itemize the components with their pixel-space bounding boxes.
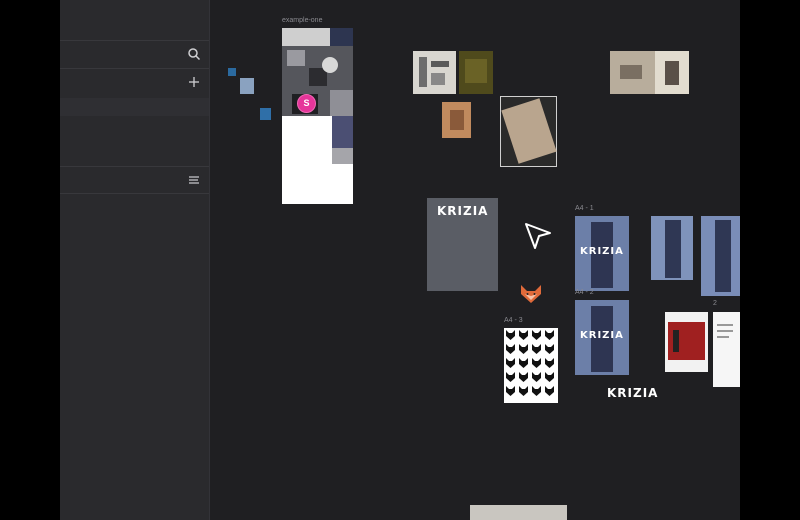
moodboard-image xyxy=(330,28,353,46)
canvas-image[interactable] xyxy=(260,108,271,120)
frame-label-example-one[interactable]: example-one xyxy=(282,17,322,24)
logo-card[interactable]: KRIZIA xyxy=(427,198,498,291)
canvas-image[interactable] xyxy=(651,216,693,280)
krizia-logo: KRIZIA xyxy=(580,246,624,257)
sidebar-divider xyxy=(60,166,209,167)
image-detail xyxy=(620,65,642,79)
search-icon[interactable] xyxy=(187,47,201,61)
frame-label-a4-2[interactable]: A4 - 2 xyxy=(575,289,594,296)
frame-label-a4-3[interactable]: A4 - 3 xyxy=(504,317,523,324)
frame-a4-1[interactable]: KRIZIA xyxy=(575,216,629,291)
image-detail xyxy=(501,98,557,164)
frame-a4-3[interactable] xyxy=(504,328,558,403)
fox-icon[interactable] xyxy=(519,284,543,304)
frame-label-2[interactable]: 2 xyxy=(713,300,717,307)
collaborator-avatar[interactable]: S xyxy=(297,94,316,113)
frame-2[interactable] xyxy=(713,312,740,387)
krizia-logo-standalone[interactable]: KRIZIA xyxy=(607,386,658,400)
sidebar-divider xyxy=(60,40,209,41)
image-detail xyxy=(665,61,679,85)
frame-red-page[interactable] xyxy=(665,312,708,372)
sidebar-filter-row[interactable] xyxy=(60,168,209,194)
avatar-initial: S xyxy=(303,98,310,108)
design-app-window: example-one S KRIZIA A4 - 1 KRIZIA A4 - … xyxy=(60,0,740,520)
frame-a4-2[interactable]: KRIZIA xyxy=(575,300,629,375)
canvas-image-selected[interactable] xyxy=(500,96,557,167)
sidebar-selected-item[interactable] xyxy=(60,98,209,116)
plus-icon[interactable] xyxy=(187,75,201,89)
fox-pattern xyxy=(506,330,554,396)
text-line xyxy=(717,336,729,338)
sidebar-divider xyxy=(60,68,209,69)
krizia-logo: KRIZIA xyxy=(437,204,489,218)
text-line xyxy=(717,324,733,326)
model-figure xyxy=(665,220,681,278)
krizia-logo: KRIZIA xyxy=(580,330,624,341)
sidebar-divider xyxy=(60,193,209,194)
frame-label-a4-1[interactable]: A4 - 1 xyxy=(575,205,594,212)
moodboard-image xyxy=(332,148,353,164)
image-detail xyxy=(450,110,464,130)
canvas-image[interactable] xyxy=(240,78,254,94)
model-figure xyxy=(673,330,679,352)
canvas-image[interactable] xyxy=(655,51,689,94)
canvas-image[interactable] xyxy=(470,505,567,520)
design-canvas[interactable]: example-one S KRIZIA A4 - 1 KRIZIA A4 - … xyxy=(210,0,740,520)
moodboard-image xyxy=(282,28,330,46)
pointer-cursor-icon xyxy=(525,223,551,249)
image-detail xyxy=(465,59,487,83)
canvas-image[interactable] xyxy=(701,216,740,296)
canvas-image[interactable] xyxy=(442,102,471,138)
image-detail xyxy=(431,73,445,85)
canvas-image[interactable] xyxy=(459,51,493,94)
canvas-image[interactable] xyxy=(610,51,655,94)
sidebar-add-row[interactable] xyxy=(60,70,209,96)
image-detail xyxy=(431,61,449,67)
text-line xyxy=(717,330,733,332)
moodboard-image xyxy=(330,90,353,116)
canvas-item xyxy=(228,68,236,76)
moodboard-image xyxy=(322,57,338,73)
model-figure xyxy=(715,220,731,292)
image-detail xyxy=(419,57,427,87)
canvas-image[interactable] xyxy=(413,51,456,94)
moodboard-image xyxy=(287,50,305,66)
sidebar-search-row[interactable] xyxy=(60,42,209,68)
sliders-icon[interactable] xyxy=(187,173,201,187)
frame-example-one[interactable] xyxy=(282,28,353,204)
layers-sidebar xyxy=(60,0,210,520)
